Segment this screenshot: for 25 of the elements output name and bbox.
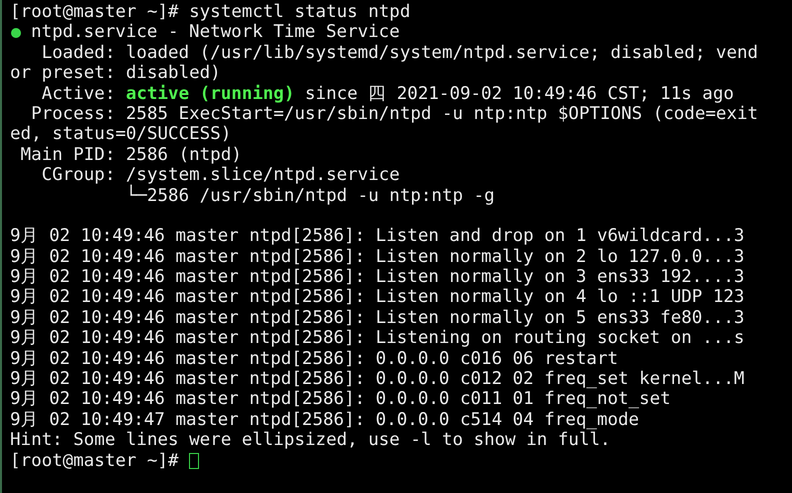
output-line: Loaded: loaded (/usr/lib/systemd/system/ntpd.service; disabled; vend [40, 42, 758, 64]
output-line: Hint: Some lines were ellipsized, use -l to show in full. [10, 430, 611, 451]
output-line: 9月 02 10:49:46 master ntpd[2586]: Listen and drop on 1 v6wildcard...3 [10, 226, 744, 247]
output-line: 9月 02 10:49:46 master ntpd[2586]: Listen normally on 4 lo ::1 UDP 123 [10, 287, 744, 308]
active-state: active (running) [126, 84, 294, 104]
output-line: 9月 02 10:49:46 master ntpd[2586]: 0.0.0.0 c012 02 freq_set kernel...M [10, 369, 744, 390]
output-line: ed, status=0/SUCCESS) [10, 124, 232, 145]
output-line: [root@master ~]# systemctl status ntpd [10, 2, 410, 22]
output-line: Process: 2585 ExecStart=/usr/sbin/ntpd -u ntp:ntp $OPTIONS (code=exit [30, 104, 758, 124]
shell-prompt: [root@master ~]# [10, 450, 180, 471]
output-line: CGroup: /system.slice/ntpd.service [40, 165, 400, 186]
output-line: 9月 02 10:49:46 master ntpd[2586]: Listen normally on 3 ens33 192....3 [10, 267, 744, 288]
output-label: Active: [40, 84, 116, 104]
output-line: 9月 02 10:49:46 master ntpd[2586]: Listening on routing socket on ...s [10, 328, 744, 349]
cursor-icon [189, 452, 200, 469]
output-line: ntpd.service - Network Time Service [31, 22, 400, 43]
output-line: 9月 02 10:49:46 master ntpd[2586]: Listen normally on 2 lo 127.0.0...3 [10, 246, 744, 268]
output-line: 9月 02 10:49:46 master ntpd[2586]: 0.0.0.0 c016 06 restart [10, 348, 618, 370]
output-line: 9月 02 10:49:47 master ntpd[2586]: 0.0.0.0 c514 04 freq_mode [10, 410, 640, 430]
output-line: 9月 02 10:49:46 master ntpd[2586]: 0.0.0.0 c011 01 freq_not_set [10, 389, 671, 410]
output-line: since 四 2021-09-02 10:49:46 CST; 11s ago [304, 84, 734, 104]
output-line: 9月 02 10:49:46 master ntpd[2586]: Listen normally on 5 ens33 fe80...3 [10, 308, 744, 328]
output-line: Main PID: 2586 (ntpd) [20, 144, 242, 166]
output-line: or preset: disabled) [10, 63, 221, 84]
output-line: └─2586 /usr/sbin/ntpd -u ntp:ntp -g [124, 186, 495, 206]
